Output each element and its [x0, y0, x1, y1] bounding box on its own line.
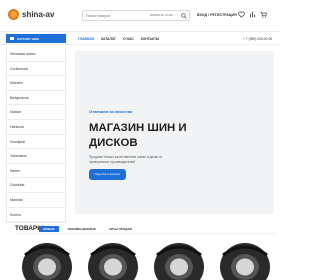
sidebar-item-kumho[interactable]: Kumho [7, 208, 65, 223]
hero-title-line: МАГАЗИН ШИН И [89, 122, 187, 134]
search-icon[interactable] [181, 13, 187, 19]
nav-link-contacts[interactable]: КОНТАКТЫ [141, 37, 159, 41]
search-box: ВЫБРАТЬ КАТЕГ... [82, 10, 190, 21]
product-tabs: НОВЫЕ РЕКОМЕНДУЕМЫЕ ХИТЫ ПРОДАЖ [39, 226, 136, 232]
tire-image [88, 243, 138, 280]
phone-number[interactable]: + 7 (999) 000-00-00 [243, 37, 272, 41]
search-category-select[interactable]: ВЫБРАТЬ КАТЕГ... [150, 13, 176, 17]
sidebar-item-yokohama[interactable]: Yokohama [7, 149, 65, 164]
tab-bestsellers[interactable]: ХИТЫ ПРОДАЖ [105, 226, 136, 232]
logo[interactable]: shina-av [8, 9, 54, 20]
product-card[interactable] [213, 237, 277, 280]
sidebar-item-goodyear[interactable]: Goodyear [7, 135, 65, 150]
heart-icon[interactable] [238, 11, 245, 18]
hero-description-line: проверенных производителей [89, 160, 136, 164]
sidebar-item-hankook[interactable]: Hankook [7, 120, 65, 135]
hero-title: МАГАЗИН ШИН И ДИСКОВ [89, 121, 187, 151]
hero-title-line: ДИСКОВ [89, 137, 138, 149]
catalog-button-label: КАТАЛОГ ШИН [17, 37, 40, 41]
category-sidebar: Легковые шины Continental Michelin Bridg… [6, 47, 66, 223]
tab-recommended[interactable]: РЕКОМЕНДУЕМЫЕ [64, 226, 100, 232]
tab-new[interactable]: НОВЫЕ [39, 226, 59, 232]
tire-image [22, 243, 72, 280]
product-card[interactable] [81, 237, 145, 280]
sidebar-item-michelin[interactable]: Michelin [7, 76, 65, 91]
cart-icon[interactable] [260, 11, 267, 18]
nav-link-about[interactable]: О НАС [123, 37, 134, 41]
hero-banner: Отвечаем за качество МАГАЗИН ШИН И ДИСКО… [75, 51, 274, 214]
catalog-button[interactable]: КАТАЛОГ ШИН [6, 34, 66, 43]
sidebar-item-marshal[interactable]: Marshal [7, 193, 65, 208]
hero-subtitle: Отвечаем за качество [89, 109, 133, 114]
tire-image [154, 243, 204, 280]
compare-icon[interactable] [249, 11, 256, 18]
sidebar-item-nexen[interactable]: Nexen [7, 164, 65, 179]
search-input[interactable] [86, 11, 146, 20]
site-header: shina-av ВЫБРАТЬ КАТЕГ... ВХОД / РЕГИСТР… [0, 0, 280, 30]
product-list [15, 233, 275, 280]
sidebar-item-nokian[interactable]: Nokian [7, 105, 65, 120]
login-register-link[interactable]: ВХОД / РЕГИСТРАЦИЯ [197, 13, 237, 17]
main-navbar: КАТАЛОГ ШИН ГЛАВНАЯ КАТАЛОГ О НАС КОНТАК… [0, 31, 280, 45]
nav-links: ГЛАВНАЯ КАТАЛОГ О НАС КОНТАКТЫ [78, 37, 159, 41]
sidebar-item-goodride[interactable]: Goodride [7, 178, 65, 193]
hero-description: Продаем только качественные шины и диски… [89, 155, 209, 165]
sidebar-item-continental[interactable]: Continental [7, 62, 65, 77]
tire-image [220, 243, 270, 280]
logo-text: shina-av [22, 10, 55, 19]
sidebar-item-passenger-tires[interactable]: Легковые шины [7, 47, 65, 62]
product-card[interactable] [15, 237, 79, 280]
menu-icon [10, 37, 14, 40]
logo-mark-icon [8, 9, 19, 20]
go-to-catalog-button[interactable]: Перейти в каталог [89, 169, 126, 180]
nav-link-home[interactable]: ГЛАВНАЯ [78, 37, 94, 41]
sidebar-item-bridgestone[interactable]: Bridgestone [7, 91, 65, 106]
header-icons [238, 11, 267, 18]
nav-link-catalog[interactable]: КАТАЛОГ [101, 37, 116, 41]
product-card[interactable] [147, 237, 211, 280]
